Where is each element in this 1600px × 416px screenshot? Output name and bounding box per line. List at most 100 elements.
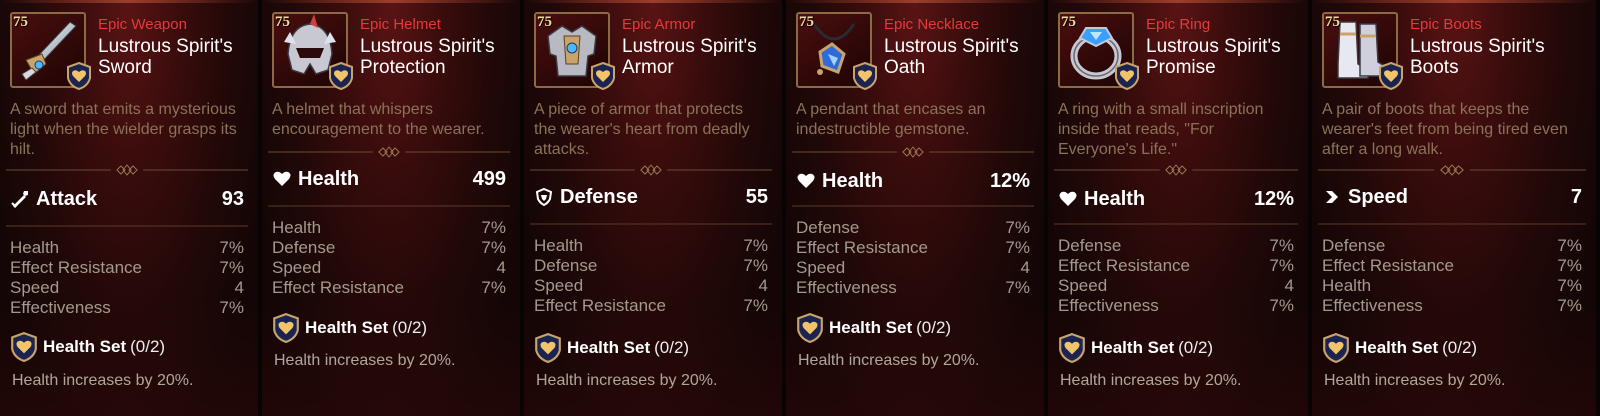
substat-list: Health 7% Defense 7% Speed 4 Effect Resistance… — [272, 218, 506, 298]
set-name: Health Set — [1091, 338, 1175, 357]
item-header: 75 Epic Armor Lustrous Spirit's Armor — [534, 8, 776, 94]
item-tooltip-card: 75 Epic Boots Lustrous Spirit's Boots A pair… — [1312, 0, 1600, 416]
substat-name: Health — [272, 218, 322, 237]
substat-value: 7% — [481, 278, 506, 297]
set-count: (0/2) — [130, 337, 166, 356]
substat-list: Defense 7% Effect Resistance 7% Speed 4 Effect… — [1058, 236, 1294, 316]
substat-value: 7% — [1269, 236, 1294, 255]
set-badge-icon — [590, 61, 616, 91]
health-icon — [796, 171, 816, 191]
item-name: Lustrous Spirit's Oath — [884, 36, 1019, 78]
main-stat: Health 499 — [272, 166, 506, 192]
substat-value: 7% — [743, 296, 768, 315]
item-header: 75 Epic Boots Lustrous Spirit's Boots — [1322, 8, 1590, 94]
main-stat: Speed 7 — [1322, 184, 1582, 210]
ornament-divider — [6, 164, 248, 176]
substat-name: Speed — [1058, 276, 1108, 295]
set-count: (0/2) — [1178, 338, 1214, 357]
main-stat-name: Speed — [1348, 185, 1409, 208]
substat-row: Effect Resistance 7% — [1058, 256, 1294, 276]
item-rarity: Epic Necklace — [884, 16, 980, 33]
item-name-line1: Lustrous Spirit's — [884, 36, 1019, 57]
substat-name: Effectiveness — [796, 278, 897, 297]
substat-value: 4 — [1020, 258, 1030, 277]
set-bonus-row: Health Set (0/2) — [1058, 332, 1298, 364]
ornament-divider — [1054, 218, 1298, 230]
equipment-tooltip-strip: 75 Epic Weapon Lustrous Spirit's Sword A swo… — [0, 0, 1600, 416]
main-stat-name: Defense — [560, 185, 638, 208]
substat-name: Speed — [534, 276, 584, 295]
health-set-icon — [1058, 332, 1086, 364]
substat-value: 7% — [481, 238, 506, 257]
substat-value: 7% — [743, 236, 768, 255]
set-badge-icon — [1378, 61, 1404, 91]
health-icon — [272, 169, 292, 189]
ornament-divider — [268, 200, 510, 212]
main-stat-value: 499 — [472, 167, 506, 190]
substat-row: Speed 4 — [1058, 276, 1294, 296]
substat-value: 7% — [219, 258, 244, 277]
main-stat-value: 12% — [989, 169, 1030, 192]
substat-name: Speed — [272, 258, 322, 277]
ornament-divider — [6, 220, 248, 232]
substat-value: 7% — [1557, 296, 1582, 315]
set-bonus-row: Health Set (0/2) — [10, 331, 248, 363]
ornament-divider — [1318, 218, 1586, 230]
set-count: (0/2) — [1442, 338, 1478, 357]
main-stat-name: Health — [1084, 187, 1146, 210]
set-bonus-row: Health Set (0/2) — [796, 312, 1034, 344]
set-count: (0/2) — [916, 318, 952, 337]
set-count: (0/2) — [654, 338, 690, 357]
substat-name: Effect Resistance — [1322, 256, 1454, 275]
item-name: Lustrous Spirit's Sword — [98, 36, 233, 78]
substat-value: 7% — [1005, 238, 1030, 257]
substat-row: Effect Resistance 7% — [1322, 256, 1582, 276]
substat-list: Defense 7% Effect Resistance 7% Health 7% Effe… — [1322, 236, 1582, 316]
set-effect: Health increases by 20%. — [12, 372, 194, 389]
substat-value: 4 — [496, 258, 506, 277]
set-name: Health Set — [305, 318, 389, 337]
set-badge-icon — [328, 61, 354, 91]
set-badge-icon — [852, 61, 878, 91]
item-rarity: Epic Boots — [1410, 16, 1482, 33]
item-name-line1: Lustrous Spirit's — [1146, 36, 1281, 57]
substat-name: Effect Resistance — [1058, 256, 1190, 275]
item-name-line2: Boots — [1410, 57, 1459, 78]
item-level: 75 — [537, 14, 552, 30]
substat-value: 7% — [1557, 236, 1582, 255]
substat-row: Defense 7% — [1322, 236, 1582, 256]
item-level: 75 — [799, 14, 814, 30]
item-name-line2: Armor — [622, 57, 674, 78]
item-tooltip-card: 75 Epic Weapon Lustrous Spirit's Sword A swo… — [0, 0, 262, 416]
item-header: 75 Epic Ring Lustrous Spirit's Promise — [1058, 8, 1302, 94]
substat-name: Defense — [796, 218, 860, 237]
item-header: 75 Epic Helmet Lustrous Spirit's Protection — [272, 8, 514, 94]
set-count: (0/2) — [392, 318, 428, 337]
substat-list: Defense 7% Effect Resistance 7% Speed 4 Effect… — [796, 218, 1030, 298]
substat-name: Defense — [1322, 236, 1386, 255]
item-name: Lustrous Spirit's Armor — [622, 36, 757, 78]
substat-name: Speed — [796, 258, 846, 277]
item-description: A pair of boots that keeps the wearer's … — [1322, 101, 1568, 158]
substat-value: 7% — [219, 238, 244, 257]
set-effect: Health increases by 20%. — [536, 372, 718, 389]
substat-row: Health 7% — [534, 236, 768, 256]
item-name-line2: Sword — [98, 57, 152, 78]
item-level: 75 — [13, 14, 28, 30]
health-set-icon — [796, 312, 824, 344]
set-bonus-row: Health Set (0/2) — [534, 332, 772, 364]
substat-value: 4 — [758, 276, 768, 295]
substat-row: Defense 7% — [534, 256, 768, 276]
substat-name: Defense — [1058, 236, 1122, 255]
substat-row: Speed 4 — [534, 276, 768, 296]
substat-value: 4 — [234, 278, 244, 297]
item-name: Lustrous Spirit's Promise — [1146, 36, 1281, 78]
health-set-icon — [10, 331, 38, 363]
item-description: A piece of armor that protects the weare… — [534, 101, 750, 158]
substat-name: Health — [1322, 276, 1372, 295]
substat-list: Health 7% Effect Resistance 7% Speed 4 Effecti… — [10, 238, 244, 318]
substat-name: Effectiveness — [1322, 296, 1423, 315]
item-name-line2: Promise — [1146, 57, 1216, 78]
ornament-divider — [1054, 164, 1298, 176]
speed-icon — [1322, 187, 1342, 207]
